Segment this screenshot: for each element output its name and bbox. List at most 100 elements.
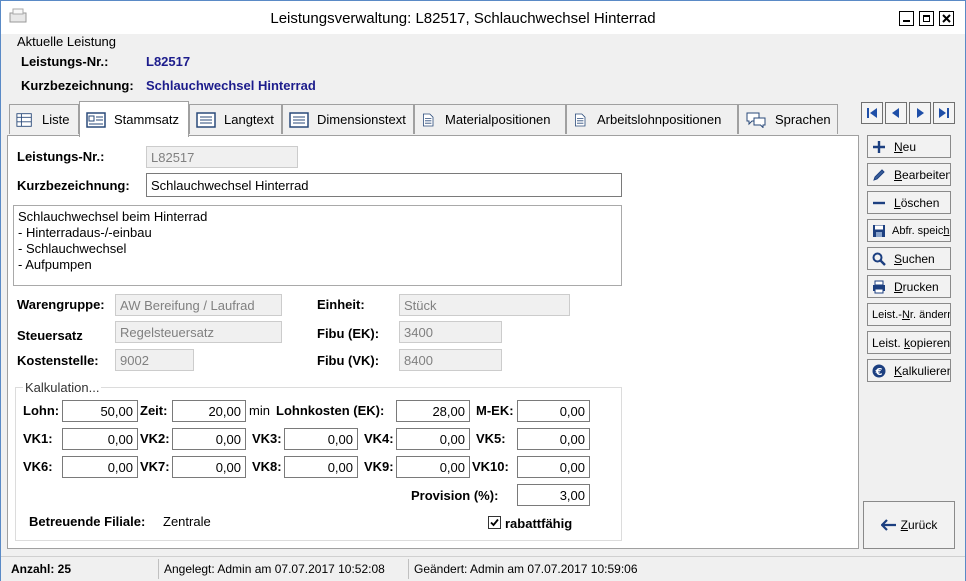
back-arrow-icon [880,519,896,531]
vk9-field[interactable] [396,456,470,478]
changed-info: Geändert: Admin am 07.07.2017 10:59:06 [414,562,638,576]
button-label: Zurück [900,518,938,532]
kalkulieren-button[interactable]: € Kalkulieren [867,359,951,382]
maximize-button[interactable] [919,11,934,26]
list-icon [16,112,32,127]
provision-label: Provision (%): [411,488,499,503]
mek-label: M-EK: [476,403,514,418]
kurz-field[interactable] [146,173,622,197]
provision-field[interactable] [517,484,590,506]
text-icon [196,111,216,128]
neu-button[interactable]: Neu [867,135,951,158]
close-icon [942,14,951,23]
tab-label: Arbeitslohnpositionen [597,112,722,127]
rabatt-checkbox[interactable] [488,516,501,529]
tab-stammsatz[interactable]: Stammsatz [79,101,189,137]
zeit-label: Zeit: [140,403,168,418]
vk6-field[interactable] [62,456,138,478]
vk10-label: VK10: [472,459,509,474]
header-nr-value: L82517 [146,54,191,69]
vk3-label: VK3: [252,431,282,446]
kostenstelle-label: Kostenstelle: [17,353,99,368]
vk2-field[interactable] [172,428,246,450]
tab-arbeitslohnpositionen[interactable]: Arbeitslohnpositionen [566,104,738,134]
previous-record-button[interactable] [885,102,907,124]
vk1-field[interactable] [62,428,138,450]
status-separator [158,559,159,579]
lohnkosten-label: Lohnkosten (EK): [276,403,385,418]
first-record-button[interactable] [861,102,883,124]
lohn-field[interactable] [62,400,138,422]
tab-label: Langtext [224,112,274,127]
fibu-ek-label: Fibu (EK): [317,326,380,341]
fibu-vk-field[interactable] [399,349,502,371]
abfrage-speichern-button[interactable]: Abfr. speich. [867,219,951,242]
zeit-field[interactable] [172,400,246,422]
text-icon [289,111,309,128]
mek-field[interactable] [517,400,590,422]
fibu-vk-label: Fibu (VK): [317,353,380,368]
zurueck-button[interactable]: Zurück [863,501,955,549]
button-label: Neu [894,139,917,154]
vk6-label: VK6: [23,459,53,474]
lohn-label: Lohn: [23,403,60,418]
document-icon [423,113,434,126]
kurz-label: Kurzbezeichnung: [17,178,130,193]
steuersatz-label: Steuersatz [17,328,83,343]
tab-label: Liste [42,112,70,127]
filiale-label: Betreuende Filiale: [29,514,146,529]
warengruppe-field[interactable] [115,294,282,316]
vk2-label: VK2: [140,431,170,446]
leist-kopieren-button[interactable]: Leist. kopieren [867,331,951,354]
vk7-field[interactable] [172,456,246,478]
description-textarea[interactable]: Schlauchwechsel beim Hinterrad - Hinterr… [13,205,622,286]
warengruppe-label: Warengruppe: [17,297,105,312]
close-button[interactable] [939,11,954,26]
vk8-label: VK8: [252,459,282,474]
bearbeiten-button[interactable]: Bearbeiten [867,163,951,186]
button-label: Leist. kopieren [872,335,951,350]
speech-bubble-icon [746,112,766,128]
next-record-button[interactable] [909,102,931,124]
vk8-field[interactable] [284,456,358,478]
last-icon [939,108,949,118]
vk5-field[interactable] [517,428,590,450]
vk4-field[interactable] [396,428,470,450]
tab-materialpositionen[interactable]: Materialpositionen [414,104,566,134]
created-info: Angelegt: Admin am 07.07.2017 10:52:08 [164,562,385,576]
header-kurz-label: Kurzbezeichnung: [21,78,134,93]
button-label: Kalkulieren [894,363,951,378]
tab-langtext[interactable]: Langtext [189,104,282,134]
minimize-button[interactable] [899,11,914,26]
tab-sprachen[interactable]: Sprachen [738,104,838,134]
printer-icon [873,280,885,293]
nr-label: Leistungs-Nr.: [17,149,105,164]
vk4-label: VK4: [364,431,394,446]
nr-field[interactable] [146,146,298,168]
magnifier-icon [872,252,886,266]
suchen-button[interactable]: Suchen [867,247,951,270]
vk10-field[interactable] [517,456,590,478]
header-kurz-value: Schlauchwechsel Hinterrad [146,78,316,93]
zeit-unit: min [249,403,270,418]
vk3-field[interactable] [284,428,358,450]
steuersatz-field[interactable] [115,321,282,343]
document-icon [575,113,586,126]
drucken-button[interactable]: Drucken [867,275,951,298]
fibu-ek-field[interactable] [399,321,502,343]
button-label: Löschen [894,195,940,210]
tab-liste[interactable]: Liste [9,104,79,134]
first-icon [867,108,877,118]
einheit-field[interactable] [399,294,570,316]
tab-dimensionstext[interactable]: Dimensionstext [282,104,414,134]
floppy-icon [873,224,885,237]
vk9-label: VK9: [364,459,394,474]
last-record-button[interactable] [933,102,955,124]
loeschen-button[interactable]: Löschen [867,191,951,214]
lohnkosten-field[interactable] [396,400,470,422]
kostenstelle-field[interactable] [115,349,194,371]
window-title: Leistungsverwaltung: L82517, Schlauchwec… [270,10,656,27]
record-count: Anzahl: 25 [11,562,72,576]
leist-nr-aendern-button[interactable]: Leist.-Nr. ändern [867,303,951,326]
title-bar: Leistungsverwaltung: L82517, Schlauchwec… [1,1,965,34]
